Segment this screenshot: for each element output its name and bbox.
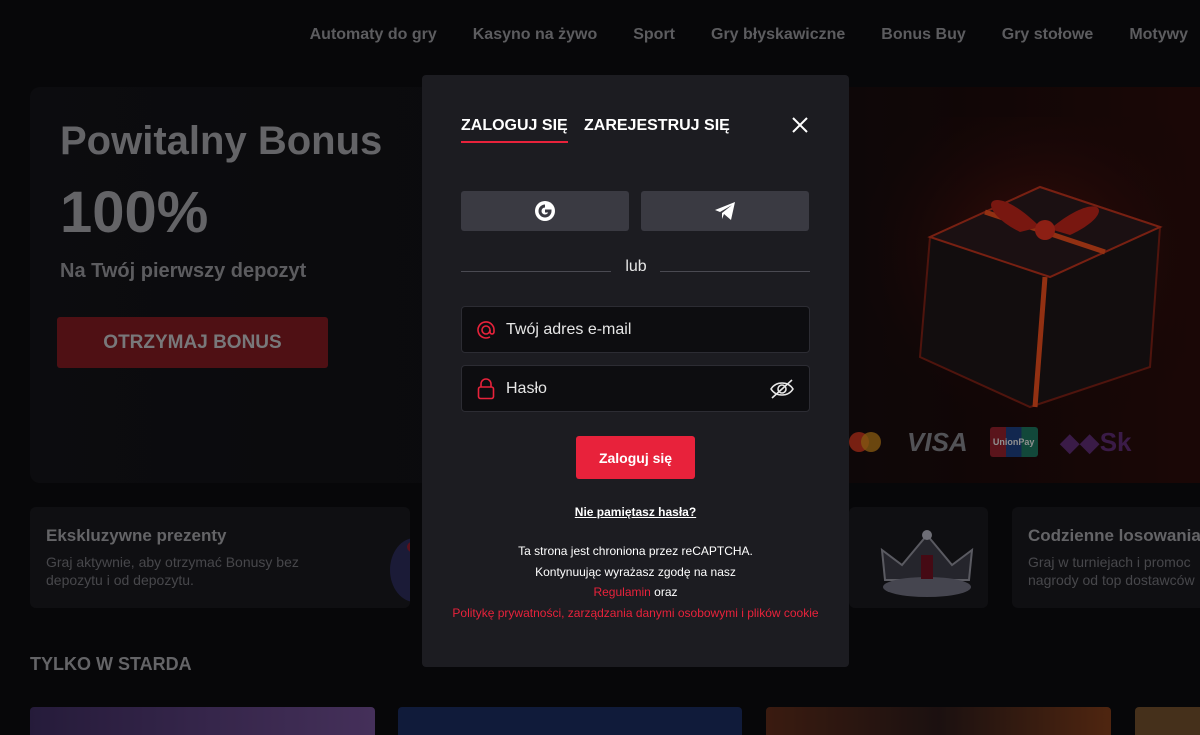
lock-icon — [476, 377, 496, 399]
google-icon — [535, 201, 555, 221]
divider-line-left — [461, 271, 611, 272]
forgot-password-link[interactable]: Nie pamiętasz hasła? — [422, 505, 849, 519]
telegram-icon — [715, 202, 735, 220]
divider-line-right — [660, 271, 810, 272]
legal-notice: Ta strona jest chroniona przez reCAPTCHA… — [452, 541, 819, 623]
login-button[interactable]: Zaloguj się — [576, 436, 695, 479]
close-icon[interactable] — [788, 113, 812, 137]
google-login-button[interactable] — [461, 191, 629, 231]
and-text: oraz — [650, 585, 678, 599]
login-modal: ZALOGUJ SIĘ ZAREJESTRUJ SIĘ lub Twój adr… — [422, 75, 849, 667]
privacy-policy-link[interactable]: Politykę prywatności, zarządzania danymi… — [452, 603, 819, 624]
tab-register[interactable]: ZAREJESTRUJ SIĘ — [584, 117, 730, 141]
recaptcha-text: Ta strona jest chroniona przez reCAPTCHA… — [518, 544, 753, 558]
consent-text: Kontynuując wyrażasz zgodę na nasz — [535, 564, 736, 579]
password-field — [461, 365, 810, 412]
divider-text: lub — [625, 258, 647, 275]
terms-line: Regulamin oraz — [452, 582, 819, 603]
password-input[interactable] — [506, 379, 756, 398]
telegram-login-button[interactable] — [641, 191, 809, 231]
email-input[interactable] — [506, 320, 756, 339]
terms-link[interactable]: Regulamin — [593, 585, 650, 599]
tab-login[interactable]: ZALOGUJ SIĘ — [461, 117, 568, 143]
eye-slash-icon[interactable] — [769, 378, 795, 400]
email-field — [461, 306, 810, 353]
at-icon — [476, 320, 496, 340]
